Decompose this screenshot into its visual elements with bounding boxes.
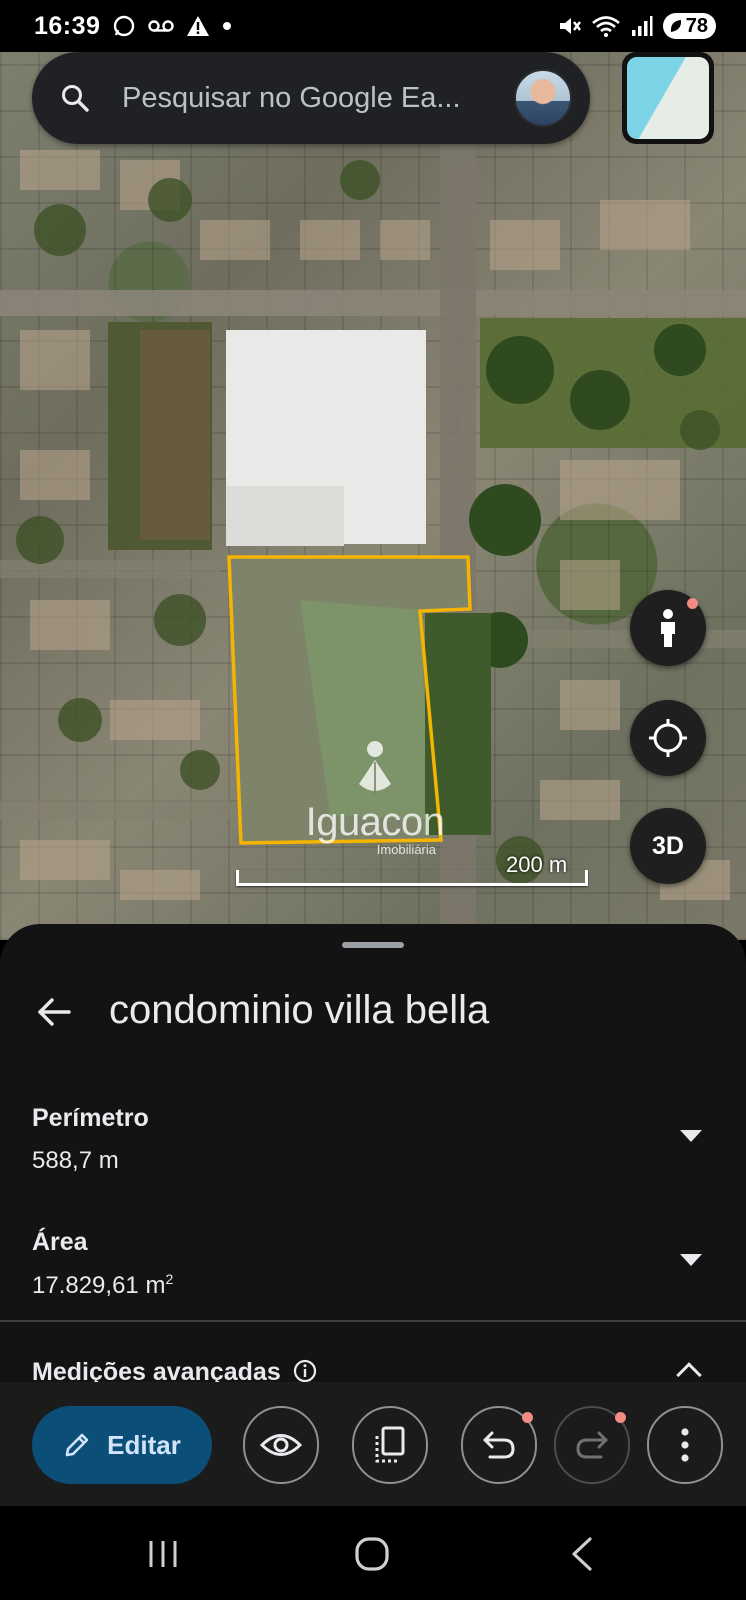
divider <box>0 1320 746 1322</box>
three-d-button[interactable]: 3D <box>630 808 706 884</box>
area-value: 17.829,61 m <box>32 1272 166 1299</box>
back-icon <box>572 1537 592 1571</box>
wifi-icon <box>591 16 620 37</box>
notification-dot <box>615 1412 626 1423</box>
dropdown-arrow-icon[interactable] <box>680 1254 702 1266</box>
action-toolbar: Editar <box>0 1382 746 1506</box>
account-avatar[interactable] <box>514 69 572 127</box>
area-label: Área <box>32 1228 88 1256</box>
battery-level: 78 <box>685 14 708 37</box>
system-navigation-bar <box>0 1506 746 1600</box>
recents-icon <box>149 1541 177 1567</box>
minimap-image <box>627 57 709 139</box>
voicemail-icon <box>148 20 175 32</box>
watermark-name: Iguacon <box>305 800 445 844</box>
search-bar[interactable] <box>32 52 590 144</box>
home-icon <box>355 1537 389 1571</box>
area-value-line: 17.829,61 m2 <box>32 1271 712 1300</box>
undo-icon <box>483 1431 515 1459</box>
undo-button[interactable] <box>461 1406 537 1484</box>
back-nav-button[interactable] <box>552 1532 612 1576</box>
signal-icon <box>631 16 653 36</box>
search-icon <box>62 85 89 112</box>
area-unit-superscript: 2 <box>165 1271 174 1287</box>
place-title: condominio villa bella <box>109 988 490 1032</box>
battery-indicator: 78 <box>662 13 716 39</box>
watermark-logo-mark <box>359 741 391 794</box>
watermark-logo: Iguacon Imobiliária <box>300 740 450 857</box>
copy-icon <box>375 1426 405 1463</box>
home-button[interactable] <box>342 1532 402 1576</box>
edit-label: Editar <box>107 1429 181 1460</box>
my-location-button[interactable] <box>630 700 706 776</box>
recents-button[interactable] <box>133 1532 193 1576</box>
arrow-back-icon <box>38 998 71 1026</box>
status-bar: 16:39 78 <box>0 0 746 52</box>
perimeter-value: 588,7 m <box>32 1147 119 1174</box>
three-d-label: 3D <box>652 831 684 860</box>
battery-saver-icon <box>670 20 681 32</box>
notification-dot <box>522 1412 533 1423</box>
watermark-subtitle: Imobiliária <box>376 842 436 857</box>
drag-handle[interactable] <box>342 942 404 948</box>
minimap-thumbnail[interactable] <box>622 52 714 144</box>
edit-button[interactable]: Editar <box>32 1406 212 1484</box>
more-vert-icon <box>681 1428 689 1462</box>
redo-button[interactable] <box>554 1406 630 1484</box>
back-button[interactable] <box>34 992 74 1032</box>
visibility-button[interactable] <box>243 1406 319 1484</box>
scale-bar <box>236 870 588 886</box>
notification-dot <box>687 598 698 609</box>
dropdown-arrow-icon[interactable] <box>680 1130 702 1142</box>
whatsapp-icon <box>114 15 135 37</box>
redo-icon <box>576 1431 608 1459</box>
my-location-icon <box>649 719 687 757</box>
perimeter-label: Perímetro <box>32 1104 149 1132</box>
mute-icon <box>559 18 581 34</box>
search-input[interactable] <box>122 81 514 115</box>
copy-button[interactable] <box>352 1406 428 1484</box>
pegman-icon <box>661 609 675 647</box>
info-icon[interactable] <box>293 1359 317 1383</box>
perimeter-row[interactable]: Perímetro 588,7 m <box>32 1104 712 1175</box>
pencil-icon <box>65 1433 89 1457</box>
street-view-button[interactable] <box>630 590 706 666</box>
more-notifications-icon <box>223 22 232 30</box>
area-row[interactable]: Área 17.829,61 m2 <box>32 1228 712 1300</box>
alert-icon <box>187 16 210 36</box>
eye-icon <box>260 1434 302 1456</box>
status-time: 16:39 <box>34 11 101 40</box>
more-options-button[interactable] <box>647 1406 723 1484</box>
